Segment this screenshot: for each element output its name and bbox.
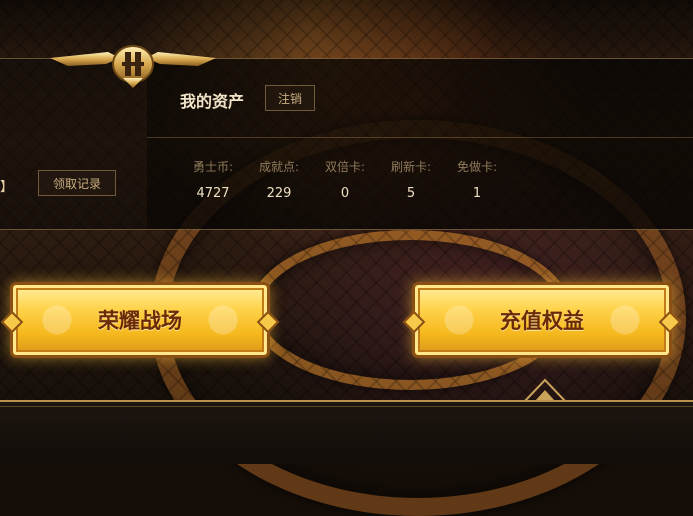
bracket-text: 】 [0,180,14,195]
button-ornament [193,285,253,355]
stat-double-card: 双倍卡: 0 [312,158,378,201]
bottom-strip [0,400,693,464]
stat-skip-card: 免做卡: 1 [444,158,510,201]
panel-divider [147,137,693,138]
stat-label: 勇士币: [192,160,234,174]
button-ornament [595,285,655,355]
button-ornament [429,285,489,355]
stat-warrior-coins: 勇士币: 4727 [180,158,246,201]
logout-button[interactable]: 注销 [265,85,315,111]
stat-label: 免做卡: [456,160,498,174]
stat-value: 229 [266,186,292,201]
stat-value: 5 [406,186,416,201]
stat-value: 4727 [196,186,230,201]
stat-value: 0 [340,186,350,201]
assets-panel-right [147,59,693,229]
stat-label: 刷新卡: [390,160,432,174]
stat-label: 双倍卡: [324,160,366,174]
recharge-benefits-button[interactable]: 充值权益 [402,282,682,358]
honor-battlefield-label: 荣耀战场 [98,309,182,333]
stat-label: 成就点: [258,160,300,174]
honor-battlefield-button[interactable]: 荣耀战场 [0,282,280,358]
assets-title: 我的资产 [180,92,245,111]
stat-value: 1 [472,186,482,201]
button-ornament [27,285,87,355]
bottom-tab-ornament [345,378,693,402]
recharge-benefits-label: 充值权益 [500,309,584,333]
stat-refresh-card: 刷新卡: 5 [378,158,444,201]
claim-records-button[interactable]: 领取记录 [38,170,116,196]
stat-achievement-points: 成就点: 229 [246,158,312,201]
winged-emblem-icon [50,45,216,88]
